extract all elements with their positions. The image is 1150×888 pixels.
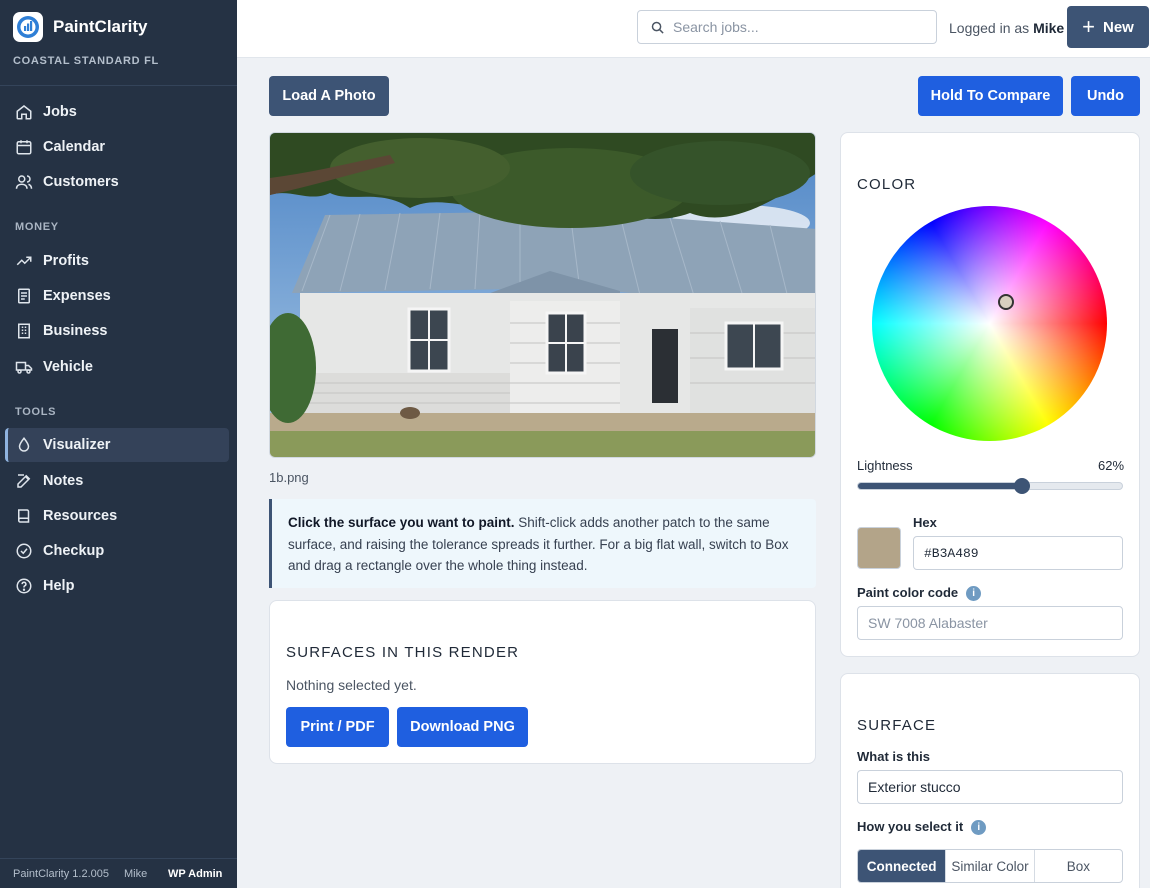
sidebar-item-customers[interactable]: Customers [5, 165, 229, 199]
check-circle-icon [16, 543, 32, 559]
info-icon[interactable]: i [966, 586, 982, 602]
paint-code-label-text: Paint color code [857, 585, 959, 600]
paint-code-input[interactable]: SW 7008 Alabaster [857, 606, 1123, 640]
mode-box[interactable]: Box [1035, 850, 1122, 882]
search-input[interactable] [673, 19, 913, 35]
org-name: COASTAL STANDARD FL [13, 55, 159, 67]
search-icon [651, 21, 664, 34]
sidebar-item-help[interactable]: Help [5, 569, 229, 603]
photo-filename: 1b.png [269, 470, 309, 485]
sidebar-divider [0, 85, 237, 86]
sidebar-item-label: Customers [43, 174, 119, 190]
book-icon [18, 509, 30, 523]
sidebar-item-resources[interactable]: Resources [5, 499, 229, 533]
sidebar-item-label: Visualizer [43, 437, 111, 453]
users-icon [15, 175, 33, 189]
home-icon [16, 105, 32, 120]
lightness-label: Lightness [857, 458, 913, 473]
lightness-slider-track[interactable] [857, 482, 1123, 490]
sidebar-item-jobs[interactable]: Jobs [5, 95, 229, 129]
sidebar-item-label: Notes [43, 473, 84, 489]
lightness-value: 62% [1098, 458, 1125, 473]
color-title: COLOR [857, 176, 917, 193]
surfaces-empty-text: Nothing selected yet. [286, 677, 417, 693]
color-wheel-handle[interactable] [998, 294, 1014, 310]
receipt-icon [18, 288, 30, 304]
sidebar-item-business[interactable]: Business [5, 314, 229, 348]
sidebar-item-label: Checkup [43, 543, 105, 559]
load-photo-button[interactable]: Load A Photo [269, 76, 389, 116]
help-circle-icon [16, 578, 32, 594]
wp-admin-link[interactable]: WP Admin [168, 868, 222, 880]
section-tools: TOOLS [15, 406, 57, 418]
sidebar-item-checkup[interactable]: Checkup [5, 534, 229, 568]
sidebar-item-calendar[interactable]: Calendar [5, 130, 229, 164]
surface-title: SURFACE [857, 717, 937, 734]
color-wheel[interactable] [872, 206, 1107, 441]
sidebar-item-label: Help [43, 578, 75, 594]
logged-prefix: Logged in as [949, 20, 1030, 36]
sidebar-item-profits[interactable]: Profits [5, 244, 229, 278]
undo-button[interactable]: Undo [1071, 76, 1140, 116]
surface-name-input[interactable]: Exterior stucco [857, 770, 1123, 804]
color-swatch [857, 527, 901, 569]
mode-similar-color[interactable]: Similar Color [946, 850, 1035, 882]
surfaces-title: SURFACES IN THIS RENDER [286, 644, 520, 661]
plus-icon: + [1082, 14, 1095, 39]
what-is-this-label: What is this [857, 749, 930, 764]
truck-icon [15, 361, 33, 374]
info-icon[interactable]: i [971, 820, 987, 836]
selection-mode-segmented: Connected Similar Color Box [857, 849, 1123, 883]
app-version: PaintClarity 1.2.005 [13, 867, 109, 880]
sidebar-item-label: Calendar [43, 139, 106, 155]
app-name: PaintClarity [53, 17, 148, 36]
hex-input[interactable]: #B3A489 [913, 536, 1123, 570]
hold-to-compare-button[interactable]: Hold To Compare [918, 76, 1063, 116]
new-button[interactable]: + New [1067, 6, 1149, 48]
mode-connected[interactable]: Connected [858, 850, 947, 882]
sidebar-item-visualizer[interactable]: Visualizer [5, 428, 229, 462]
section-money: MONEY [15, 221, 59, 233]
calendar-icon [16, 140, 32, 155]
sidebar-item-vehicle[interactable]: Vehicle [5, 350, 229, 384]
building-icon [18, 323, 30, 339]
logged-user: Mike [1033, 20, 1065, 36]
trending-up-icon [16, 256, 32, 266]
tip-bold: Click the surface you want to paint. [288, 515, 515, 530]
brand[interactable]: PaintClarity [13, 12, 147, 42]
house-photo-canvas[interactable] [269, 132, 816, 458]
lightness-slider-thumb[interactable] [1013, 478, 1030, 494]
house-photo [270, 133, 815, 457]
sidebar-item-label: Business [43, 323, 108, 339]
sidebar-item-label: Profits [43, 253, 89, 269]
sidebar-item-label: Resources [43, 508, 118, 524]
hex-label: Hex [913, 515, 937, 530]
how-select-label-text: How you select it [857, 819, 964, 834]
paintclarity-logo-icon [13, 12, 43, 42]
sidebar-footer: PaintClarity 1.2.005 Mike WP Admin [0, 858, 237, 888]
surfaces-card: SURFACES IN THIS RENDER Nothing selected… [269, 600, 816, 764]
sidebar-item-expenses[interactable]: Expenses [5, 279, 229, 313]
top-bar: Logged in as Mike + New [237, 0, 1150, 58]
sidebar-item-label: Vehicle [43, 359, 93, 375]
how-select-label: How you select it i [857, 819, 987, 836]
instruction-tip: Click the surface you want to paint. Shi… [269, 499, 816, 588]
sidebar-item-notes[interactable]: Notes [5, 464, 229, 498]
footer-user: Mike [124, 867, 148, 880]
sidebar: PaintClarity COASTAL STANDARD FL Jobs Ca… [0, 0, 237, 888]
search-box[interactable] [637, 10, 937, 44]
logged-in-status: Logged in as Mike [949, 20, 1064, 36]
sidebar-item-label: Expenses [43, 288, 111, 304]
download-png-button[interactable]: Download PNG [397, 707, 528, 747]
lightness-slider-fill [858, 483, 1022, 489]
edit-icon [17, 474, 31, 488]
paint-code-label: Paint color code i [857, 585, 982, 602]
droplet-icon [18, 437, 30, 452]
sidebar-item-label: Jobs [43, 104, 77, 120]
print-pdf-button[interactable]: Print / PDF [286, 707, 389, 747]
new-button-label: New [1103, 18, 1134, 36]
